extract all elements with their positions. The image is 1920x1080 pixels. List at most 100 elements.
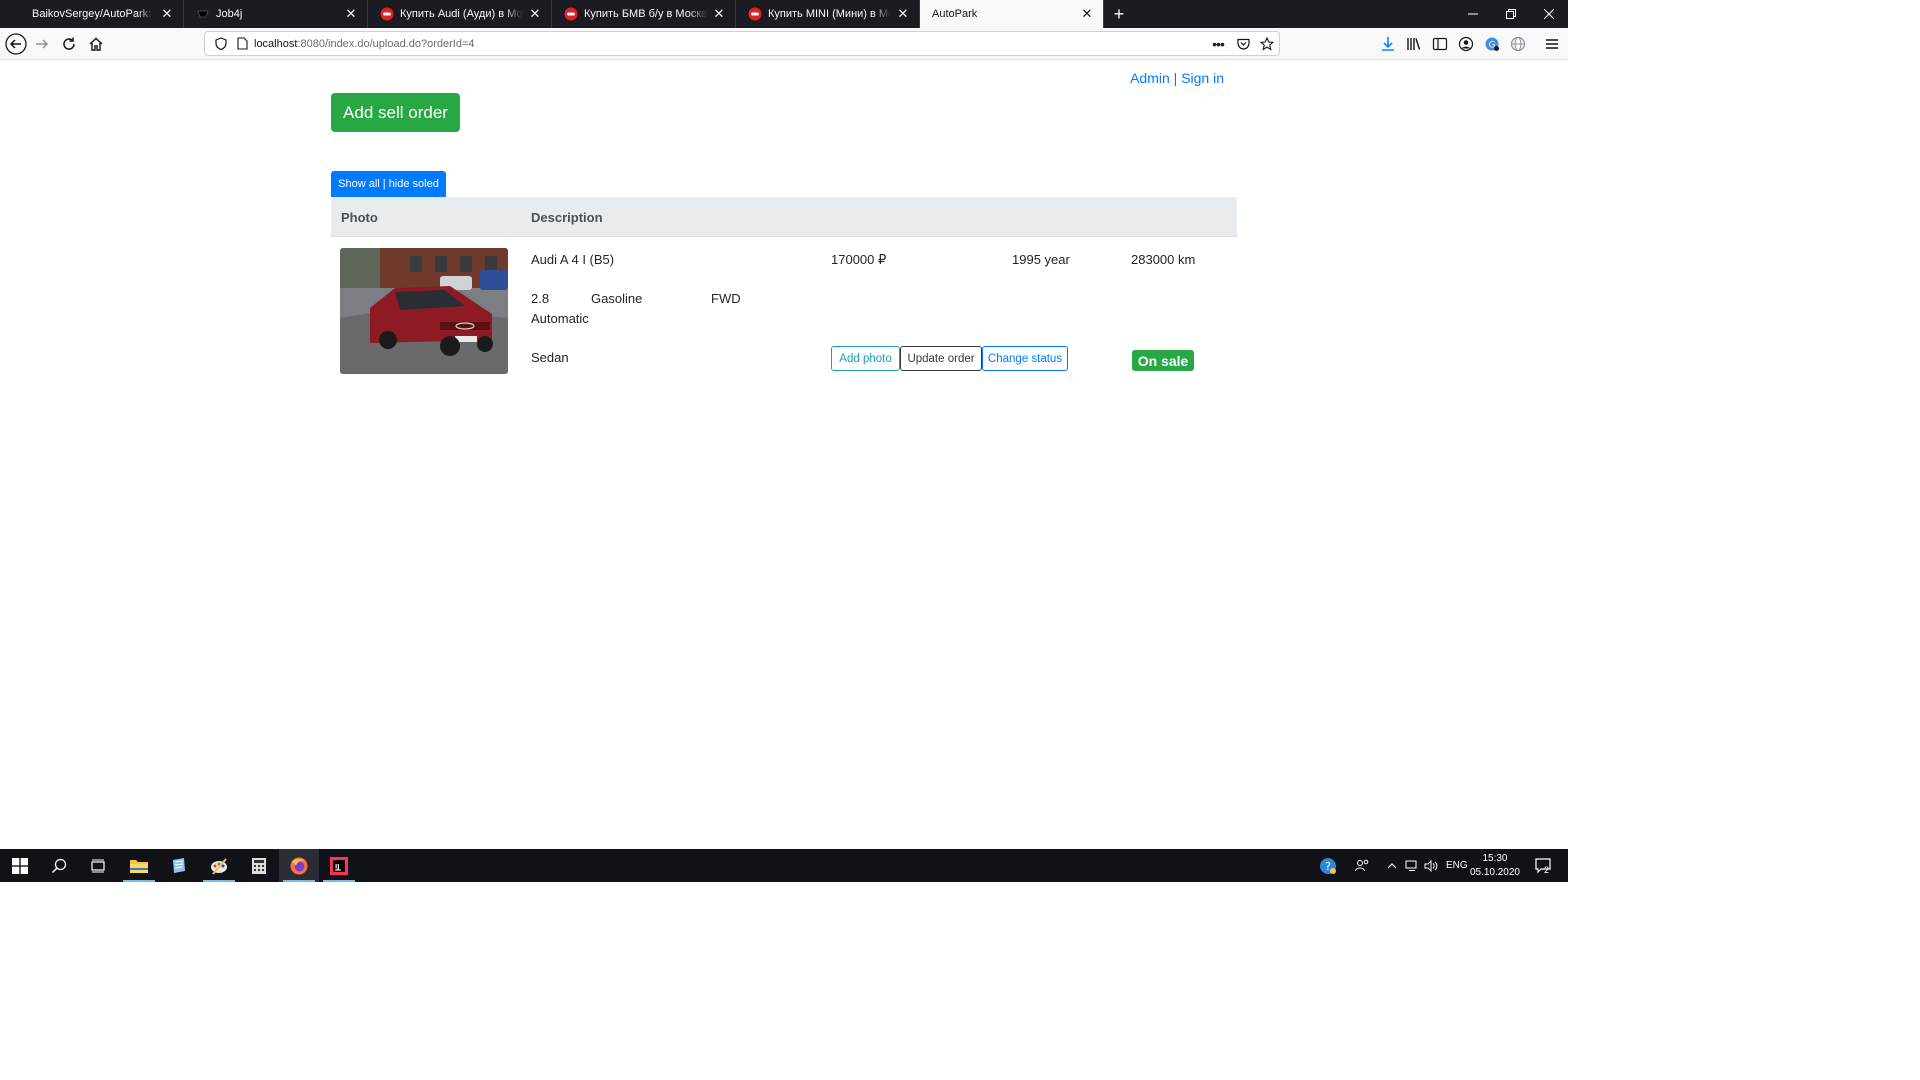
browser-tab-strip: BaikovSergey/AutoPark: Web p ✕ Job4j ✕ К… — [0, 0, 1568, 28]
forward-arrow-icon — [36, 39, 49, 49]
notepad-icon — [173, 857, 185, 873]
extension-icon: G — [1485, 37, 1499, 51]
sidebar-icon — [1432, 37, 1448, 51]
new-tab-button[interactable]: + — [1104, 0, 1134, 28]
taskbar-clock[interactable]: 15:30 05.10.2020 — [1470, 852, 1520, 880]
car-drive-type: FWD — [711, 291, 741, 306]
task-view-icon — [91, 859, 105, 872]
downloads-button[interactable] — [1376, 32, 1400, 56]
address-bar[interactable]: localhost:8080/index.do/upload.do?orderI… — [204, 31, 1280, 56]
orders-table-header: Photo Description — [331, 197, 1237, 237]
action-center-button[interactable]: 2 — [1534, 849, 1552, 882]
library-icon — [1407, 38, 1421, 50]
minimize-button[interactable] — [1454, 0, 1492, 28]
tab-autopark[interactable]: AutoPark ✕ — [920, 0, 1104, 28]
tab-close-icon[interactable]: ✕ — [1079, 6, 1095, 22]
network-icon[interactable] — [1405, 849, 1419, 882]
tab-close-icon[interactable]: ✕ — [711, 6, 727, 22]
update-order-button[interactable]: Update order — [900, 346, 982, 371]
taskbar-calculator[interactable] — [239, 849, 279, 882]
globe-icon — [1510, 36, 1526, 52]
tab-autoru-bmw[interactable]: Купить БМВ б/у в Москве: про ✕ — [552, 0, 736, 28]
autoru-icon — [748, 7, 762, 21]
download-icon — [1382, 37, 1394, 51]
car-fuel-type: Gasoline — [591, 291, 643, 306]
account-button[interactable] — [1454, 32, 1478, 56]
tab-close-icon[interactable]: ✕ — [159, 6, 175, 22]
plus-icon: + — [1113, 3, 1125, 24]
taskbar-intellij[interactable]: IJ — [319, 849, 359, 882]
header-photo: Photo — [341, 210, 378, 225]
help-tray-icon[interactable]: ? — [1318, 849, 1338, 882]
car-photo[interactable] — [340, 248, 508, 374]
clock-date: 05.10.2020 — [1469, 867, 1520, 878]
car-engine-volume: 2.8 — [531, 291, 550, 306]
notification-icon — [1535, 857, 1551, 873]
calculator-icon — [252, 857, 266, 874]
add-sell-order-button[interactable]: Add sell order — [331, 93, 460, 132]
task-view-button[interactable] — [78, 849, 118, 882]
start-button[interactable] — [0, 849, 40, 882]
menu-button[interactable] — [1540, 32, 1564, 56]
tab-autoru-audi[interactable]: Купить Audi (Ауди) в Москве, ✕ — [368, 0, 552, 28]
github-icon — [12, 7, 26, 21]
url-text: localhost:8080/index.do/upload.do?orderI… — [254, 37, 475, 50]
car-model: Audi A 4 I (B5) — [531, 252, 615, 267]
folder-icon — [130, 859, 148, 873]
car-body-type: Sedan — [531, 350, 569, 365]
tab-close-icon[interactable]: ✕ — [895, 6, 911, 22]
people-tray-icon[interactable] — [1354, 849, 1370, 882]
change-status-button[interactable]: Change status — [982, 346, 1068, 371]
chevron-up-icon[interactable] — [1386, 849, 1398, 882]
taskbar-firefox[interactable] — [279, 849, 319, 882]
intellij-icon: IJ — [330, 856, 348, 875]
account-icon — [1458, 36, 1474, 52]
restore-button[interactable] — [1492, 0, 1530, 28]
notification-count: 2 — [1544, 865, 1550, 875]
tab-github[interactable]: BaikovSergey/AutoPark: Web p ✕ — [0, 0, 184, 28]
home-button[interactable] — [84, 32, 108, 56]
tab-job4j[interactable]: Job4j ✕ — [184, 0, 368, 28]
forward-button[interactable] — [30, 32, 54, 56]
back-button[interactable] — [4, 32, 28, 56]
language-indicator[interactable]: ENG — [1446, 849, 1468, 882]
shield-icon[interactable] — [210, 37, 232, 50]
vpn-button[interactable] — [1506, 32, 1530, 56]
car-price: 170000 ₽ — [831, 252, 887, 267]
page-info-icon[interactable] — [232, 37, 252, 50]
links-separator: | — [1173, 70, 1178, 86]
svg-text:IJ: IJ — [335, 863, 339, 870]
reload-button[interactable] — [57, 32, 81, 56]
browser-navbar: localhost:8080/index.do/upload.do?orderI… — [0, 28, 1568, 60]
autoru-icon — [564, 7, 578, 21]
header-description: Description — [531, 210, 603, 225]
taskbar-file-explorer[interactable] — [119, 849, 159, 882]
extension-button[interactable]: G — [1480, 32, 1504, 56]
admin-link[interactable]: Admin — [1130, 70, 1170, 86]
status-badge: On sale — [1132, 350, 1194, 371]
tab-close-icon[interactable]: ✕ — [343, 6, 359, 22]
auth-links: Admin | Sign in — [1130, 70, 1224, 86]
volume-icon[interactable] — [1424, 849, 1438, 882]
clock-time: 15:30 — [1482, 853, 1508, 864]
taskbar-paint[interactable] — [199, 849, 239, 882]
show-all-hide-sold-button[interactable]: Show all | hide soled — [331, 171, 446, 197]
job4j-icon — [196, 7, 210, 21]
close-window-button[interactable] — [1530, 0, 1568, 28]
bookmark-star-icon[interactable] — [1255, 36, 1279, 51]
search-button[interactable] — [39, 849, 79, 882]
sidebar-button[interactable] — [1428, 32, 1452, 56]
home-icon — [89, 37, 103, 51]
car-year: 1995 year — [1012, 252, 1070, 267]
pocket-icon[interactable] — [1231, 38, 1255, 50]
tab-autoru-mini[interactable]: Купить MINI (Мини) в Москве ✕ — [736, 0, 920, 28]
car-transmission: Automatic — [531, 311, 589, 326]
taskbar-notepad[interactable] — [159, 849, 199, 882]
paint-icon — [211, 857, 227, 875]
sign-in-link[interactable]: Sign in — [1181, 70, 1224, 86]
page-actions-icon[interactable]: ••• — [1205, 36, 1231, 52]
add-photo-button[interactable]: Add photo — [831, 346, 900, 371]
search-icon — [51, 858, 67, 873]
library-button[interactable] — [1402, 32, 1426, 56]
tab-close-icon[interactable]: ✕ — [527, 6, 543, 22]
